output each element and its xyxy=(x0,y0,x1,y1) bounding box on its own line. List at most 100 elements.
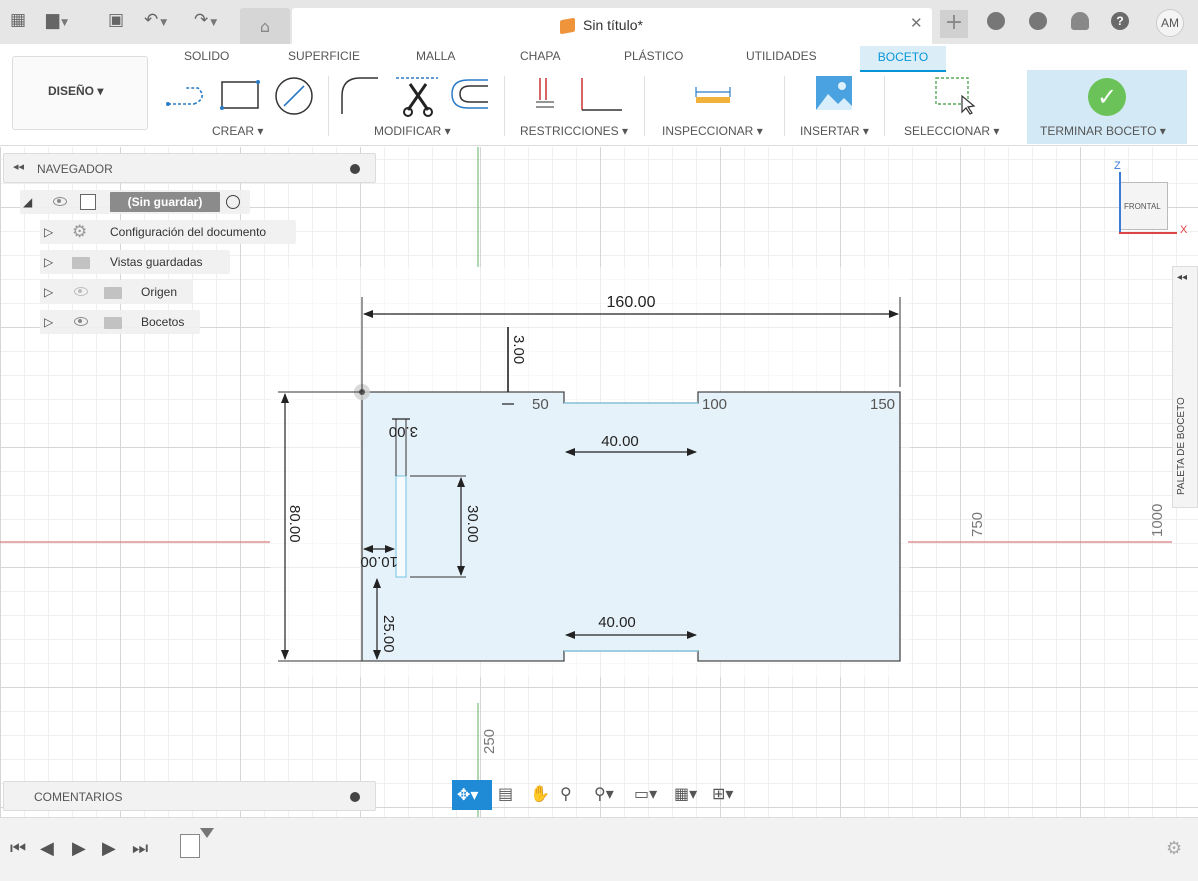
inspect-label: INSPECCIONAR xyxy=(662,124,754,138)
design-label-text: DISEÑO xyxy=(48,84,95,98)
measure-tool-icon[interactable] xyxy=(694,84,734,108)
tree-item-document-settings[interactable]: ▷ ⚙ Configuración del documento xyxy=(40,220,296,244)
help-icon[interactable]: ? xyxy=(1111,12,1129,30)
select-label: SELECCIONAR xyxy=(904,124,991,138)
offset-tool-icon[interactable] xyxy=(451,79,488,109)
expand-icon[interactable]: ▷ xyxy=(44,285,53,299)
pan-hand-icon[interactable]: ✋ xyxy=(530,784,550,803)
tree-item-sketches[interactable]: ▷ Bocetos xyxy=(40,310,200,334)
apps-grid-icon[interactable]: ▦ xyxy=(10,10,26,30)
tab-superficie[interactable]: SUPERFICIE xyxy=(288,49,360,63)
checkmark-icon[interactable]: ✓ xyxy=(1088,78,1126,116)
home-button[interactable]: ⌂ xyxy=(240,8,290,44)
fit-icon[interactable]: ⚲▾ xyxy=(594,784,614,803)
tab-boceto[interactable]: BOCETO xyxy=(860,46,946,72)
grid-settings-icon[interactable]: ▦▾ xyxy=(674,784,697,803)
dim-25-text[interactable]: 25.00 xyxy=(380,615,397,653)
document-tab[interactable]: Sin título* xyxy=(292,8,932,44)
viewcube-z-line xyxy=(1119,172,1121,232)
tab-malla[interactable]: MALLA xyxy=(416,49,455,63)
sketch-canvas[interactable]: 160.00 3.00 50 100 150 750 1000 250 40.0… xyxy=(0,147,1198,817)
constraints-menu[interactable]: RESTRICCIONES ▾ xyxy=(520,124,628,138)
sketch-drawing: 160.00 3.00 50 100 150 750 1000 250 40.0… xyxy=(0,147,1172,817)
display-settings-icon[interactable]: ▭▾ xyxy=(634,784,657,803)
inspect-menu[interactable]: INSPECCIONAR ▾ xyxy=(662,124,763,138)
comments-panel[interactable]: COMENTARIOS xyxy=(3,781,376,811)
step-forward-icon[interactable]: ▶ xyxy=(102,838,116,859)
dim-3-top-text[interactable]: 3.00 xyxy=(510,335,527,364)
trim-tool-icon[interactable] xyxy=(396,77,438,117)
select-window-icon[interactable] xyxy=(934,76,978,116)
parallel-constraint-icon[interactable] xyxy=(536,78,554,108)
insert-menu[interactable]: INSERTAR ▾ xyxy=(800,124,869,138)
look-at-icon[interactable]: ▤ xyxy=(498,784,513,803)
navigator-panel[interactable]: ◂◂ NAVEGADOR xyxy=(3,153,376,183)
file-icon[interactable]: ▆ ▼ xyxy=(46,10,68,33)
dim-80-text[interactable]: 80.00 xyxy=(286,505,303,543)
expand-icon[interactable]: ▷ xyxy=(44,255,53,269)
tree-item-origin[interactable]: ▷ Origen xyxy=(40,280,192,304)
sketch-feature-icon[interactable] xyxy=(180,834,200,858)
component-icon xyxy=(80,194,96,210)
collapse-icon[interactable]: ◂◂ xyxy=(1177,272,1187,283)
document-cube-icon xyxy=(560,17,575,35)
rectangle-tool-icon[interactable] xyxy=(220,80,260,110)
create-menu[interactable]: CREAR ▾ xyxy=(212,124,263,138)
home-icon: ⌂ xyxy=(259,16,271,36)
tab-utilidades[interactable]: UTILIDADES xyxy=(746,49,817,63)
extensions-icon[interactable] xyxy=(987,12,1005,30)
avatar[interactable]: AM xyxy=(1156,9,1184,37)
line-tool-icon[interactable] xyxy=(166,87,203,106)
redo-icon[interactable]: ↷ ▼ xyxy=(194,10,217,33)
close-icon[interactable]: ✕ xyxy=(910,14,923,32)
skip-end-icon[interactable]: ⏭ xyxy=(132,838,148,859)
finish-sketch-label: TERMINAR BOCETO xyxy=(1040,124,1157,138)
ruler-label-150: 150 xyxy=(870,396,895,413)
title-bar: ▦ ▆ ▼ ▣ ↶ ▼ ↷ ▼ ⌂ Sin título* ✕ + ? AM xyxy=(0,0,1198,44)
dim-slot-width-text[interactable]: 3.00 xyxy=(389,423,418,440)
dim-10-text[interactable]: 10.00 xyxy=(360,553,398,570)
step-back-icon[interactable]: ◀ xyxy=(40,838,54,859)
avatar-initials: AM xyxy=(1161,16,1179,30)
select-menu[interactable]: SELECCIONAR ▾ xyxy=(904,124,999,138)
notifications-icon[interactable] xyxy=(1071,12,1089,30)
finish-sketch-menu[interactable]: TERMINAR BOCETO ▾ xyxy=(1040,124,1166,138)
create-label: CREAR xyxy=(212,124,255,138)
collapse-icon[interactable]: ◂◂ xyxy=(13,160,24,173)
viewports-icon[interactable]: ⊞▾ xyxy=(712,784,733,803)
dim-40-bottom-text[interactable]: 40.00 xyxy=(598,614,636,631)
circle-tool-icon[interactable] xyxy=(275,77,313,115)
tab-chapa[interactable]: CHAPA xyxy=(520,49,560,63)
activate-radio-icon[interactable] xyxy=(226,195,240,209)
expand-icon[interactable]: ▷ xyxy=(44,315,53,329)
new-tab-button[interactable]: + xyxy=(940,10,968,38)
modify-menu[interactable]: MODIFICAR ▾ xyxy=(374,124,451,138)
tree-item-label: Configuración del documento xyxy=(110,225,267,239)
tree-item-saved-views[interactable]: ▷ Vistas guardadas xyxy=(40,250,230,274)
play-icon[interactable]: ▶ xyxy=(72,838,86,859)
save-icon[interactable]: ▣ xyxy=(108,10,124,30)
eye-hidden-icon[interactable] xyxy=(74,287,88,296)
tab-solido[interactable]: SOLIDO xyxy=(184,49,229,63)
insert-image-icon[interactable] xyxy=(816,76,854,112)
navigator-pin-icon[interactable] xyxy=(350,164,360,174)
dim-40-top-text[interactable]: 40.00 xyxy=(601,433,639,450)
dim-160-text[interactable]: 160.00 xyxy=(607,294,656,311)
expand-icon[interactable]: ◢ xyxy=(23,195,32,209)
orbit-button[interactable]: ✥▾ xyxy=(452,780,492,810)
job-status-icon[interactable] xyxy=(1029,12,1047,30)
eye-icon[interactable] xyxy=(74,317,88,326)
expand-icon[interactable]: ▷ xyxy=(44,225,53,239)
zoom-icon[interactable]: ⚲ xyxy=(560,784,572,803)
settings-icon[interactable]: ⚙ xyxy=(1166,838,1182,859)
add-comment-icon[interactable] xyxy=(350,792,360,802)
perpendicular-constraint-icon[interactable] xyxy=(581,78,622,111)
eye-icon[interactable] xyxy=(53,197,67,206)
skip-start-icon[interactable]: ⏮ xyxy=(10,838,26,859)
undo-icon[interactable]: ↶ ▼ xyxy=(144,10,167,33)
sketch-palette-label: PALETA DE BOCETO xyxy=(1176,397,1187,495)
fillet-tool-icon[interactable] xyxy=(341,77,378,114)
timeline-marker-icon[interactable] xyxy=(200,828,214,838)
tab-plastico[interactable]: PLÁSTICO xyxy=(624,49,683,63)
dim-30-text[interactable]: 30.00 xyxy=(464,505,481,543)
